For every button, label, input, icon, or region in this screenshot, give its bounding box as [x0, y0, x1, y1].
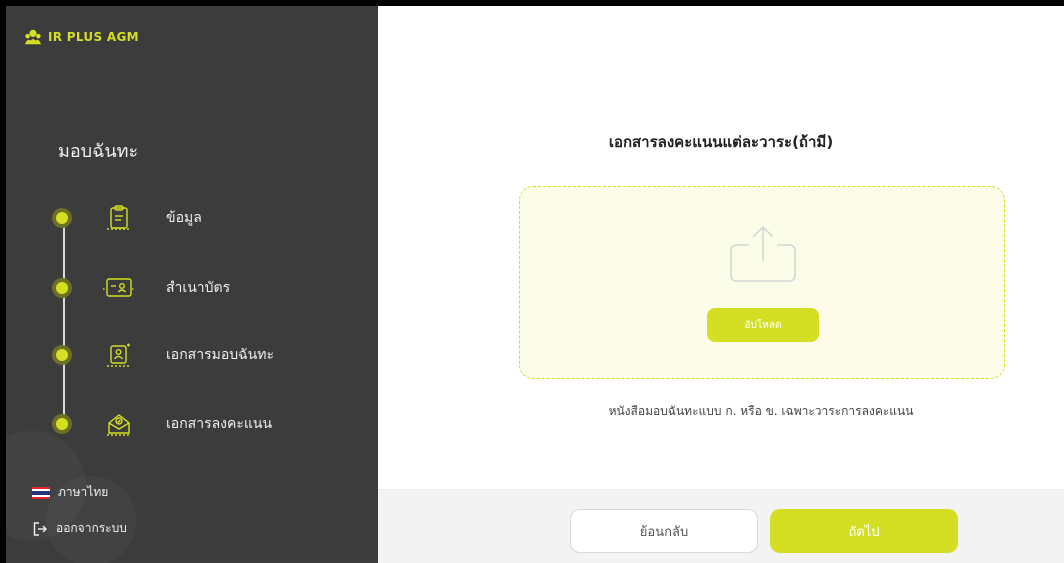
sidebar-step-label: สำเนาบัตร	[166, 280, 231, 296]
back-button[interactable]: ย้อนกลับ	[570, 509, 758, 553]
sidebar-step-vote-document[interactable]: เอกสารลงคะแนน	[52, 409, 272, 439]
upload-note: หนังสือมอบฉันทะแบบ ก. หรือ ข. เฉพาะวาระก…	[608, 404, 914, 418]
step-indicator	[52, 345, 72, 365]
language-selector[interactable]: ภาษาไทย	[32, 483, 108, 502]
timeline-line	[63, 218, 65, 432]
brand[interactable]: IR PLUS AGM	[24, 28, 139, 46]
sidebar-step-info[interactable]: ข้อมูล	[52, 203, 202, 233]
logout-icon	[33, 521, 47, 536]
sidebar-step-label: ข้อมูล	[166, 210, 202, 226]
sidebar-step-proxy-document[interactable]: เอกสารมอบฉันทะ	[52, 340, 274, 370]
sidebar-step-label: เอกสารมอบฉันทะ	[166, 347, 274, 363]
user-document-icon	[102, 340, 136, 370]
language-label: ภาษาไทย	[58, 485, 109, 499]
upload-dropzone[interactable]: อัปโหลด	[519, 186, 1005, 379]
brand-name: IR PLUS AGM	[48, 30, 139, 44]
sidebar-step-id-card[interactable]: สำเนาบัตร	[52, 273, 230, 303]
sidebar-title: มอบฉันทะ	[58, 141, 139, 162]
thai-flag-icon	[32, 486, 50, 499]
clipboard-icon	[102, 203, 136, 233]
logout-button[interactable]: ออกจากระบบ	[32, 519, 127, 538]
id-card-icon	[102, 273, 136, 303]
step-indicator	[52, 208, 72, 228]
vote-envelope-icon	[102, 409, 136, 439]
upload-share-icon	[730, 225, 796, 282]
page-title: เอกสารลงคะแนนแต่ละวาระ(ถ้ามี)	[608, 133, 834, 151]
main-content: เอกสารลงคะแนนแต่ละวาระ(ถ้ามี) อัปโหลด หน…	[378, 6, 1064, 563]
sidebar-step-label: เอกสารลงคะแนน	[166, 416, 273, 432]
brand-logo-icon	[24, 29, 42, 45]
step-indicator	[52, 414, 72, 434]
next-button[interactable]: ถัดไป	[770, 509, 958, 553]
app-frame: IR PLUS AGM มอบฉันทะ ข้อมูล สำเนาบัตร เอ…	[6, 6, 1064, 563]
logout-label: ออกจากระบบ	[56, 521, 127, 535]
sidebar: IR PLUS AGM มอบฉันทะ ข้อมูล สำเนาบัตร เอ…	[6, 6, 378, 563]
upload-button[interactable]: อัปโหลด	[707, 308, 819, 342]
step-indicator	[52, 278, 72, 298]
